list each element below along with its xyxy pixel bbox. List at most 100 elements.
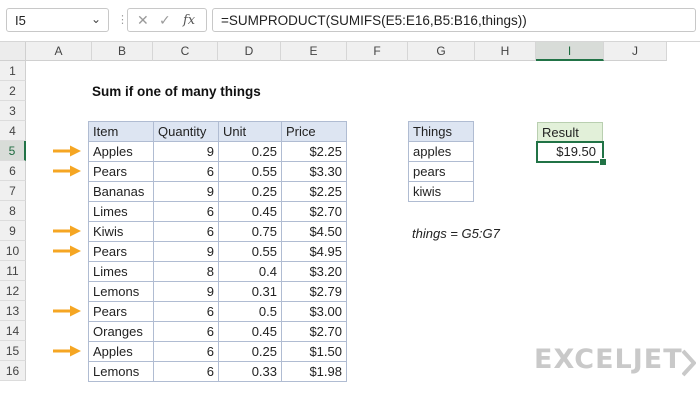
table-cell-qty[interactable]: 6 (153, 161, 219, 182)
table-cell-price[interactable]: $2.25 (281, 141, 347, 162)
table-cell-item[interactable]: Apples (88, 341, 154, 362)
worksheet-grid: ABCDEFGHIJ 1 2 3 4 5 6 7 8 9 10 11 12 13 14 15 16 Sum i… (0, 42, 700, 400)
table-cell-qty[interactable]: 9 (153, 141, 219, 162)
result-header[interactable]: Result (537, 122, 603, 142)
row-header-6[interactable]: 6 (0, 161, 26, 181)
column-header-e[interactable]: E (281, 42, 347, 61)
row-header-7[interactable]: 7 (0, 181, 26, 201)
result-cell[interactable]: $19.50 (536, 141, 604, 163)
row-header-11[interactable]: 11 (0, 261, 26, 281)
table-cell-item[interactable]: Pears (88, 301, 154, 322)
cancel-icon[interactable]: ✕ (137, 12, 149, 29)
table-header-item[interactable]: Item (88, 121, 154, 142)
table-cell-qty[interactable]: 6 (153, 221, 219, 242)
things-item[interactable]: pears (408, 161, 474, 182)
chevron-down-icon[interactable]: ⌄ (91, 12, 101, 26)
row-header-4[interactable]: 4 (0, 121, 26, 141)
table-cell-item[interactable]: Limes (88, 261, 154, 282)
table-cell-unit[interactable]: 0.75 (218, 221, 282, 242)
table-header-price[interactable]: Price (281, 121, 347, 142)
table-cell-unit[interactable]: 0.25 (218, 141, 282, 162)
table-cell-price[interactable]: $2.25 (281, 181, 347, 202)
table-cell-item[interactable]: Lemons (88, 281, 154, 302)
logo-chevron-icon (682, 349, 696, 377)
table-cell-item[interactable]: Oranges (88, 321, 154, 342)
row-header-2[interactable]: 2 (0, 81, 26, 101)
table-cell-unit[interactable]: 0.45 (218, 321, 282, 342)
row-header-15[interactable]: 15 (0, 341, 26, 361)
row-header-8[interactable]: 8 (0, 201, 26, 221)
arrow-right-icon (53, 345, 81, 357)
table-cell-price[interactable]: $4.95 (281, 241, 347, 262)
name-box-value: I5 (15, 13, 26, 28)
table-cell-unit[interactable]: 0.55 (218, 241, 282, 262)
table-cell-unit[interactable]: 0.55 (218, 161, 282, 182)
column-header-j[interactable]: J (604, 42, 667, 61)
column-header-c[interactable]: C (153, 42, 218, 61)
table-cell-unit[interactable]: 0.45 (218, 201, 282, 222)
row-header-12[interactable]: 12 (0, 281, 26, 301)
things-item[interactable]: kiwis (408, 181, 474, 202)
things-header[interactable]: Things (408, 121, 474, 142)
table-cell-price[interactable]: $3.20 (281, 261, 347, 282)
table-cell-unit[interactable]: 0.4 (218, 261, 282, 282)
table-header-unit[interactable]: Unit (218, 121, 282, 142)
table-cell-item[interactable]: Lemons (88, 361, 154, 382)
insert-function-button[interactable]: fx (183, 13, 195, 28)
table-cell-qty[interactable]: 8 (153, 261, 219, 282)
check-icon[interactable]: ✓ (159, 12, 171, 29)
table-cell-item[interactable]: Pears (88, 241, 154, 262)
column-header-f[interactable]: F (347, 42, 408, 61)
named-range-note: things = G5:G7 (412, 226, 500, 241)
row-header-3[interactable]: 3 (0, 101, 26, 121)
table-cell-price[interactable]: $2.70 (281, 201, 347, 222)
row-header-16[interactable]: 16 (0, 361, 26, 381)
row-header-5[interactable]: 5 (0, 141, 26, 161)
table-header-quantity[interactable]: Quantity (153, 121, 219, 142)
table-cell-qty[interactable]: 6 (153, 201, 219, 222)
table-cell-unit[interactable]: 0.5 (218, 301, 282, 322)
column-header-b[interactable]: B (92, 42, 153, 61)
column-header-a[interactable]: A (26, 42, 92, 61)
table-cell-qty[interactable]: 6 (153, 341, 219, 362)
row-header-10[interactable]: 10 (0, 241, 26, 261)
table-cell-unit[interactable]: 0.25 (218, 341, 282, 362)
column-header-i[interactable]: I (536, 42, 604, 61)
table-cell-item[interactable]: Apples (88, 141, 154, 162)
arrow-right-icon (53, 245, 81, 257)
row-header-9[interactable]: 9 (0, 221, 26, 241)
row-header-1[interactable]: 1 (0, 61, 26, 81)
column-header-d[interactable]: D (218, 42, 281, 61)
table-cell-price[interactable]: $4.50 (281, 221, 347, 242)
table-cell-qty[interactable]: 6 (153, 361, 219, 382)
table-cell-price[interactable]: $3.00 (281, 301, 347, 322)
table-cell-item[interactable]: Limes (88, 201, 154, 222)
table-cell-price[interactable]: $1.98 (281, 361, 347, 382)
table-cell-qty[interactable]: 9 (153, 241, 219, 262)
row-header-14[interactable]: 14 (0, 321, 26, 341)
table-cell-qty[interactable]: 9 (153, 281, 219, 302)
name-box[interactable]: I5 ⌄ (6, 8, 109, 32)
table-cell-price[interactable]: $2.79 (281, 281, 347, 302)
table-cell-item[interactable]: Kiwis (88, 221, 154, 242)
table-cell-price[interactable]: $3.30 (281, 161, 347, 182)
table-cell-qty[interactable]: 6 (153, 321, 219, 342)
table-cell-unit[interactable]: 0.33 (218, 361, 282, 382)
table-cell-price[interactable]: $2.70 (281, 321, 347, 342)
table-cell-qty[interactable]: 9 (153, 181, 219, 202)
table-cell-qty[interactable]: 6 (153, 301, 219, 322)
formula-input[interactable]: =SUMPRODUCT(SUMIFS(E5:E16,B5:B16,things)… (212, 8, 696, 32)
table-cell-unit[interactable]: 0.31 (218, 281, 282, 302)
logo-text: EXCELJET (534, 344, 683, 375)
table-cell-item[interactable]: Pears (88, 161, 154, 182)
row-header-13[interactable]: 13 (0, 301, 26, 321)
fill-handle[interactable] (599, 158, 607, 166)
column-header-h[interactable]: H (475, 42, 536, 61)
table-cell-item[interactable]: Bananas (88, 181, 154, 202)
select-all-corner[interactable] (0, 42, 26, 61)
table-cell-price[interactable]: $1.50 (281, 341, 347, 362)
formula-buttons: ✕ ✓ fx (127, 8, 207, 32)
table-cell-unit[interactable]: 0.25 (218, 181, 282, 202)
things-item[interactable]: apples (408, 141, 474, 162)
column-header-g[interactable]: G (408, 42, 475, 61)
